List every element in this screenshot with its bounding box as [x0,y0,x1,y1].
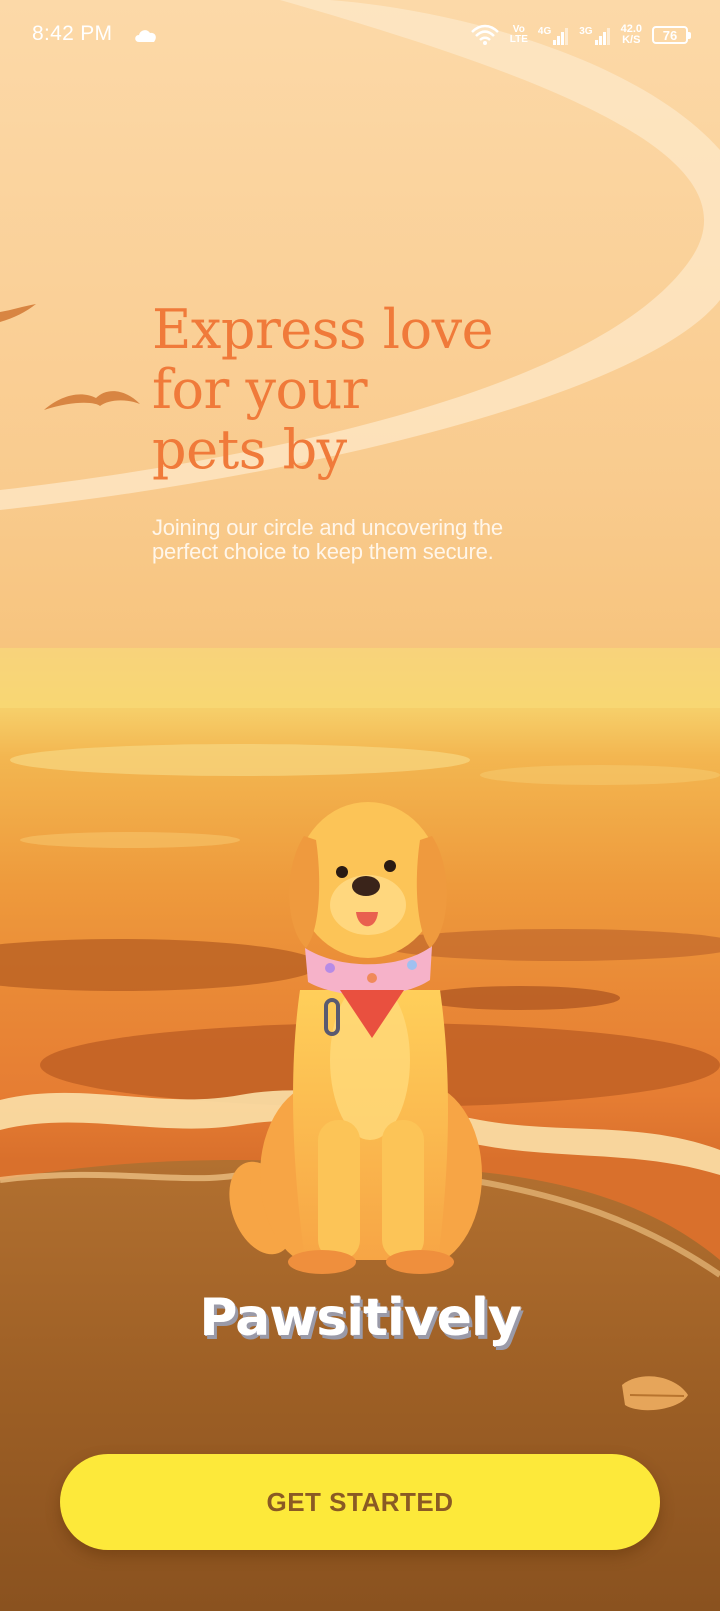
battery-icon: 76 [652,26,691,44]
headline-line: pets by [152,418,347,481]
background-illustration [0,0,720,1611]
sim2-signal: 3G [579,26,610,45]
subtext: Joining our circle and uncovering the pe… [152,516,552,564]
wifi-icon [470,24,499,45]
status-time: 8:42 PM [32,22,113,45]
brand-logo: Pawsitively [199,1288,521,1348]
status-bar: 8:42 PM Vo LTE 4G 3G 42.0 K/S 76 [0,0,720,72]
network-speed: 42.0 K/S [620,23,642,46]
headline-line: for your [152,358,368,421]
subtext-line: Joining our circle and uncovering the [152,515,503,540]
status-icons: Vo LTE 4G 3G 42.0 K/S 76 [470,22,691,48]
sim1-signal: 4G [538,26,569,45]
headline: Express love for your pets by [152,300,572,480]
cloud-icon [135,30,156,42]
signal-icon [594,27,610,45]
headline-line: Express love [152,298,494,361]
volte-badge: Vo LTE [509,24,528,45]
get-started-button[interactable]: GET STARTED [60,1454,660,1550]
signal-icon [553,27,569,45]
subtext-line: perfect choice to keep them secure. [152,539,494,564]
